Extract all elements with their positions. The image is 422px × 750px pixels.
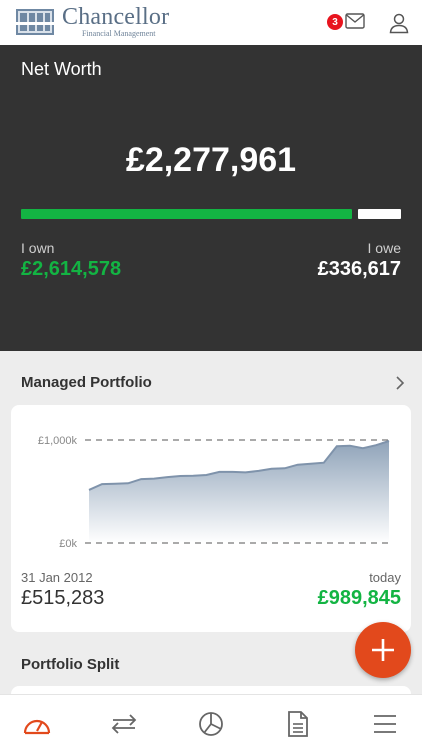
end-date: today: [369, 570, 401, 585]
logo-name: Chancellor: [62, 3, 170, 30]
nav-documents[interactable]: [283, 709, 313, 739]
nav-menu[interactable]: [370, 709, 400, 739]
net-worth-panel[interactable]: Net Worth £2,277,961 I own I owe £2,614,…: [0, 45, 422, 351]
add-button[interactable]: [355, 622, 411, 678]
messages-button[interactable]: 3: [327, 12, 365, 30]
logo-subtitle: Financial Management: [82, 28, 156, 38]
chancellor-logo[interactable]: Chancellor Financial Management: [16, 5, 169, 37]
plus-icon: [372, 639, 394, 661]
start-date: 31 Jan 2012: [21, 570, 93, 585]
user-profile-icon[interactable]: [388, 12, 410, 34]
start-value: £515,283: [21, 587, 105, 609]
y-tick-label-bottom: £0k: [59, 538, 77, 550]
own-label: I own: [21, 240, 55, 256]
portfolio-value-chart: £1,000k £0k: [38, 435, 390, 550]
bottom-nav: [0, 694, 422, 750]
document-icon: [288, 711, 308, 737]
menu-icon: [374, 715, 396, 733]
chevron-right-icon[interactable]: [394, 375, 406, 391]
pie-chart-icon: [199, 712, 223, 736]
portfolio-area: [89, 441, 389, 543]
managed-portfolio-card[interactable]: £1,000k £0k 31 Jan 2012 £515,283 today £…: [11, 405, 411, 632]
managed-portfolio-title: Managed Portfolio: [21, 374, 152, 391]
nav-portfolio-split[interactable]: [196, 709, 226, 739]
portfolio-split-title: Portfolio Split: [21, 656, 120, 673]
transfer-arrows-icon: [111, 714, 137, 734]
y-tick-label-top: £1,000k: [38, 435, 78, 447]
dashboard-gauge-icon: [23, 719, 51, 735]
logo-mark-icon: [16, 9, 54, 35]
liabilities-bar: [358, 209, 401, 219]
notification-badge: 3: [327, 14, 343, 30]
assets-bar: [21, 209, 352, 219]
app-header: Chancellor Financial Management 3: [0, 0, 422, 45]
nav-transfers[interactable]: [109, 709, 139, 739]
own-value: £2,614,578: [21, 258, 122, 280]
net-worth-label: Net Worth: [21, 59, 102, 79]
owe-label: I owe: [367, 240, 401, 256]
nav-dashboard[interactable]: [22, 709, 52, 739]
end-value: £989,845: [317, 587, 401, 609]
owe-value: £336,617: [317, 258, 401, 280]
net-worth-total: £2,277,961: [125, 141, 297, 179]
mail-icon: [345, 13, 365, 29]
